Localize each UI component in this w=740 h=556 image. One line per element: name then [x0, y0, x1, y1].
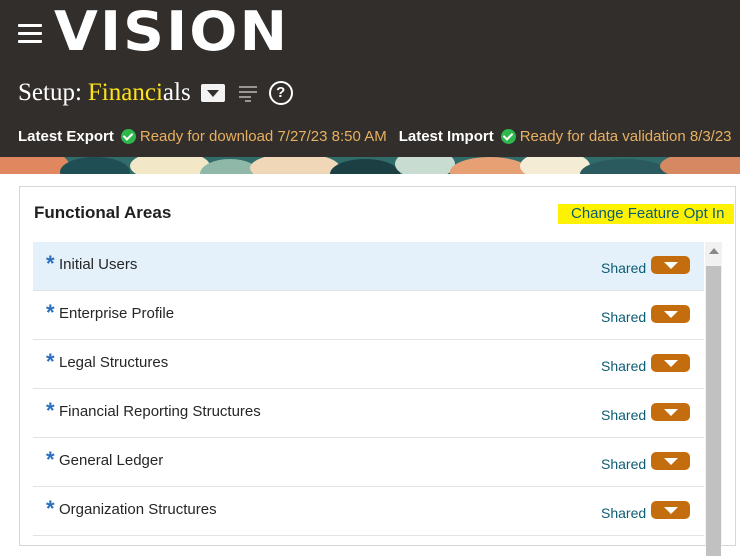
chevron-down-icon[interactable] — [651, 354, 690, 372]
functional-area-label[interactable]: Initial Users — [59, 256, 137, 273]
shared-link[interactable]: Shared — [601, 505, 646, 521]
latest-export-status[interactable]: Ready for download 7/27/23 8:50 AM — [140, 128, 387, 145]
chevron-down-icon[interactable] — [651, 305, 690, 323]
title-offering-name: Financials — [88, 79, 191, 107]
scroll-up-icon[interactable] — [709, 248, 719, 254]
page-title: Setup: Financials ? — [18, 76, 293, 110]
list-item[interactable]: * Legal Structures Shared — [33, 340, 704, 389]
check-icon — [500, 128, 516, 144]
list-item[interactable]: * General Ledger Shared — [33, 438, 704, 487]
required-indicator: * — [46, 349, 55, 374]
shared-link[interactable]: Shared — [601, 407, 646, 423]
chevron-down-icon[interactable] — [651, 403, 690, 421]
scrollbar[interactable] — [705, 242, 722, 556]
app-header: VISION Setup: Financials ? Latest Export… — [0, 0, 740, 157]
check-icon — [120, 128, 136, 144]
chevron-down-icon[interactable] — [651, 256, 690, 274]
functional-area-label[interactable]: Enterprise Profile — [59, 305, 174, 322]
list-item[interactable]: * Organization Structures Shared — [33, 487, 704, 536]
functional-areas-panel: Functional Areas Change Feature Opt In *… — [19, 186, 736, 556]
status-bar: Latest Export Ready for download 7/27/23… — [18, 126, 732, 146]
chevron-down-icon[interactable] — [651, 501, 690, 519]
required-indicator: * — [46, 251, 55, 276]
change-feature-opt-in-link[interactable]: Change Feature Opt In — [558, 204, 735, 224]
latest-import-label: Latest Import — [398, 127, 494, 145]
required-indicator: * — [46, 398, 55, 423]
functional-area-label[interactable]: Financial Reporting Structures — [59, 403, 261, 420]
functional-area-label[interactable]: Legal Structures — [59, 354, 168, 371]
shared-link[interactable]: Shared — [601, 260, 646, 276]
shared-link[interactable]: Shared — [601, 358, 646, 374]
decorative-banner — [0, 157, 740, 174]
logo: VISION — [54, 0, 290, 63]
tasks-icon[interactable] — [238, 84, 259, 102]
functional-areas-list: * Initial Users Shared * Enterprise Prof… — [33, 242, 704, 536]
shared-link[interactable]: Shared — [601, 309, 646, 325]
functional-area-label[interactable]: General Ledger — [59, 452, 163, 469]
latest-export-label: Latest Export — [18, 127, 114, 145]
list-item[interactable]: * Initial Users Shared — [33, 242, 704, 291]
list-item[interactable]: * Enterprise Profile Shared — [33, 291, 704, 340]
panel-title: Functional Areas — [34, 203, 172, 222]
shared-link[interactable]: Shared — [601, 456, 646, 472]
functional-area-label[interactable]: Organization Structures — [59, 501, 217, 518]
offering-dropdown-icon[interactable] — [200, 84, 225, 102]
required-indicator: * — [46, 496, 55, 521]
latest-import-status[interactable]: Ready for data validation 8/3/23 — [520, 128, 732, 145]
hamburger-icon[interactable] — [18, 24, 42, 44]
required-indicator: * — [46, 447, 55, 472]
scrollbar-thumb[interactable] — [706, 266, 721, 556]
chevron-down-icon[interactable] — [651, 452, 690, 470]
title-prefix: Setup: — [18, 79, 82, 106]
required-indicator: * — [46, 300, 55, 325]
title-name-highlight: Financi — [87, 79, 163, 106]
title-name-rest: als — [162, 79, 191, 106]
help-icon[interactable]: ? — [268, 81, 293, 105]
list-item[interactable]: * Financial Reporting Structures Shared — [33, 389, 704, 438]
